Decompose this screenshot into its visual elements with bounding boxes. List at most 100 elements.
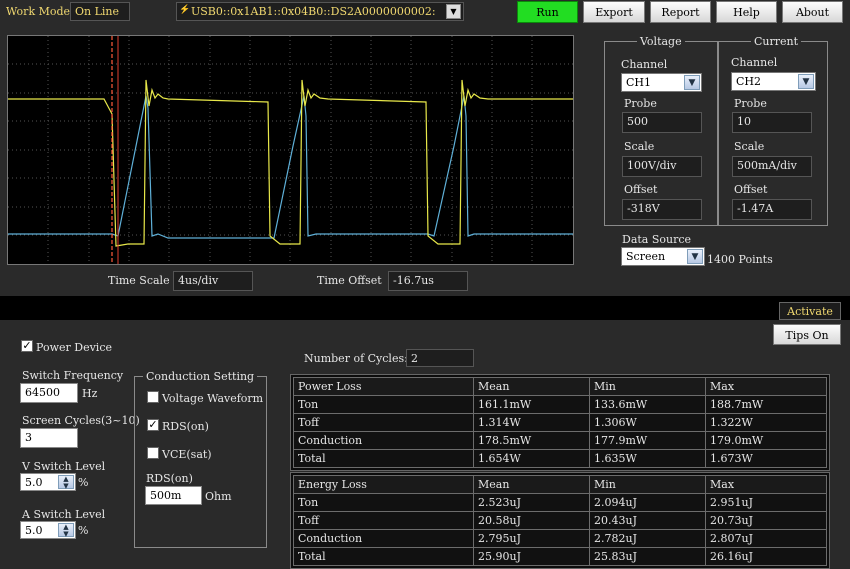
device-address-combo[interactable]: ⚡ USB0::0x1AB1::0x04B0::DS2A0000000002: … xyxy=(176,2,464,21)
cycles-count-label: Number of Cycles: xyxy=(304,352,408,365)
power-device-label: Power Device xyxy=(36,341,112,354)
voltage-scale-label: Scale xyxy=(624,140,655,153)
rds-on-field-label: RDS(on) xyxy=(146,472,193,485)
table-header-cell: Max xyxy=(705,475,827,494)
table-header-cell: Energy Loss xyxy=(293,475,474,494)
rds-on-input[interactable]: 500m xyxy=(145,486,202,505)
v-switch-percent: % xyxy=(78,476,89,489)
export-button[interactable]: Export xyxy=(583,1,645,23)
table-cell: 1.322W xyxy=(705,413,827,432)
conduction-setting-title: Conduction Setting xyxy=(143,370,258,383)
a-switch-level-input[interactable]: 5.0 ▲ ▼ xyxy=(20,521,76,539)
table-header-cell: Power Loss xyxy=(293,377,474,396)
current-offset-field[interactable]: -1.47A xyxy=(732,199,812,220)
a-switch-percent: % xyxy=(78,524,89,537)
table-header-cell: Mean xyxy=(473,377,590,396)
about-button[interactable]: About xyxy=(782,1,843,23)
time-scale-label: Time Scale xyxy=(108,274,170,287)
usb-icon: ⚡ xyxy=(179,5,191,15)
voltage-waveform-checkbox[interactable] xyxy=(147,391,159,403)
table-cell: 178.5mW xyxy=(473,431,590,450)
table-cell: 177.9mW xyxy=(589,431,706,450)
energy-loss-table-wrap: Energy Loss Mean Min Max Ton 2.523uJ 2.094… xyxy=(290,472,830,569)
table-cell: 188.7mW xyxy=(705,395,827,414)
vce-sat-label: VCE(sat) xyxy=(162,448,212,461)
power-loss-table: Power Loss Mean Min Max Ton 161.1mW 133.6m… xyxy=(293,377,827,468)
spinner-icon[interactable]: ▲ ▼ xyxy=(58,475,74,490)
section-divider xyxy=(0,296,850,320)
voltage-channel-label: Channel xyxy=(621,58,668,71)
tips-on-button[interactable]: Tips On xyxy=(773,324,841,345)
table-cell: 1.673W xyxy=(705,449,827,468)
table-cell: Ton xyxy=(293,493,474,512)
power-device-checkbox[interactable]: ✓ xyxy=(21,340,33,352)
energy-loss-table: Energy Loss Mean Min Max Ton 2.523uJ 2.094… xyxy=(293,475,827,566)
table-row: Ton 2.523uJ 2.094uJ 2.951uJ xyxy=(293,493,827,512)
vce-sat-checkbox[interactable] xyxy=(147,447,159,459)
table-cell: 133.6mW xyxy=(589,395,706,414)
table-cell: 20.58uJ xyxy=(473,511,590,530)
current-group-title: Current xyxy=(751,35,802,48)
report-button[interactable]: Report xyxy=(650,1,711,23)
table-cell: 2.782uJ xyxy=(589,529,706,548)
table-cell: 25.90uJ xyxy=(473,547,590,566)
table-cell: Total xyxy=(293,449,474,468)
data-source-select[interactable]: Screen ▼ xyxy=(621,247,705,266)
power-loss-table-wrap: Power Loss Mean Min Max Ton 161.1mW 133.6m… xyxy=(290,374,830,471)
activate-tab[interactable]: Activate xyxy=(779,302,841,320)
table-cell: 2.795uJ xyxy=(473,529,590,548)
table-row: Total 25.90uJ 25.83uJ 26.16uJ xyxy=(293,547,827,566)
help-button[interactable]: Help xyxy=(716,1,777,23)
table-cell: 2.807uJ xyxy=(705,529,827,548)
chevron-down-icon[interactable]: ▼ xyxy=(684,75,700,90)
switch-frequency-input[interactable]: 64500 xyxy=(20,383,78,403)
current-offset-label: Offset xyxy=(734,183,768,196)
current-probe-label: Probe xyxy=(734,97,767,110)
table-cell: 2.094uJ xyxy=(589,493,706,512)
waveform-plot xyxy=(8,36,573,264)
data-source-label: Data Source xyxy=(622,233,692,246)
voltage-scale-field[interactable]: 100V/div xyxy=(622,156,702,177)
voltage-channel-value: CH1 xyxy=(626,76,652,89)
table-cell: 179.0mW xyxy=(705,431,827,450)
v-switch-level-value: 5.0 xyxy=(25,476,43,489)
rds-on-label: RDS(on) xyxy=(162,420,209,433)
current-channel-select[interactable]: CH2 ▼ xyxy=(731,72,816,91)
screen-cycles-input[interactable]: 3 xyxy=(20,428,78,448)
voltage-probe-field[interactable]: 500 xyxy=(622,112,702,133)
voltage-offset-label: Offset xyxy=(624,183,658,196)
oscilloscope-display xyxy=(7,35,574,265)
rds-on-checkbox[interactable]: ✓ xyxy=(147,419,159,431)
voltage-offset-field[interactable]: -318V xyxy=(622,199,702,220)
data-source-value: Screen xyxy=(626,250,666,263)
current-probe-field[interactable]: 10 xyxy=(732,112,812,133)
table-header-row: Energy Loss Mean Min Max xyxy=(293,475,827,494)
v-switch-level-input[interactable]: 5.0 ▲ ▼ xyxy=(20,473,76,491)
work-mode-label: Work Mode xyxy=(6,5,71,18)
time-scale-field[interactable]: 4us/div xyxy=(173,271,253,291)
table-cell: Conduction xyxy=(293,431,474,450)
chevron-down-icon[interactable]: ▼ xyxy=(687,249,703,264)
dropdown-arrow-icon[interactable]: ▼ xyxy=(446,4,461,19)
ohm-unit: Ohm xyxy=(205,490,232,503)
table-cell: 1.314W xyxy=(473,413,590,432)
chevron-down-icon[interactable]: ▼ xyxy=(798,74,814,89)
current-channel-value: CH2 xyxy=(736,75,762,88)
table-header-cell: Mean xyxy=(473,475,590,494)
current-scale-field[interactable]: 500mA/div xyxy=(732,156,812,177)
run-button[interactable]: Run xyxy=(517,1,578,23)
table-cell: 26.16uJ xyxy=(705,547,827,566)
voltage-channel-select[interactable]: CH1 ▼ xyxy=(621,73,702,92)
table-cell: 1.635W xyxy=(589,449,706,468)
spinner-icon[interactable]: ▲ ▼ xyxy=(58,523,74,538)
table-row: Conduction 178.5mW 177.9mW 179.0mW xyxy=(293,431,827,450)
table-row: Conduction 2.795uJ 2.782uJ 2.807uJ xyxy=(293,529,827,548)
table-cell: 25.83uJ xyxy=(589,547,706,566)
switch-frequency-unit: Hz xyxy=(82,387,98,400)
table-row: Total 1.654W 1.635W 1.673W xyxy=(293,449,827,468)
switch-frequency-label: Switch Frequency xyxy=(22,369,124,382)
time-offset-field[interactable]: -16.7us xyxy=(388,271,468,291)
work-mode-field: On Line xyxy=(70,2,130,21)
table-row: Toff 20.58uJ 20.43uJ 20.73uJ xyxy=(293,511,827,530)
voltage-probe-label: Probe xyxy=(624,97,657,110)
